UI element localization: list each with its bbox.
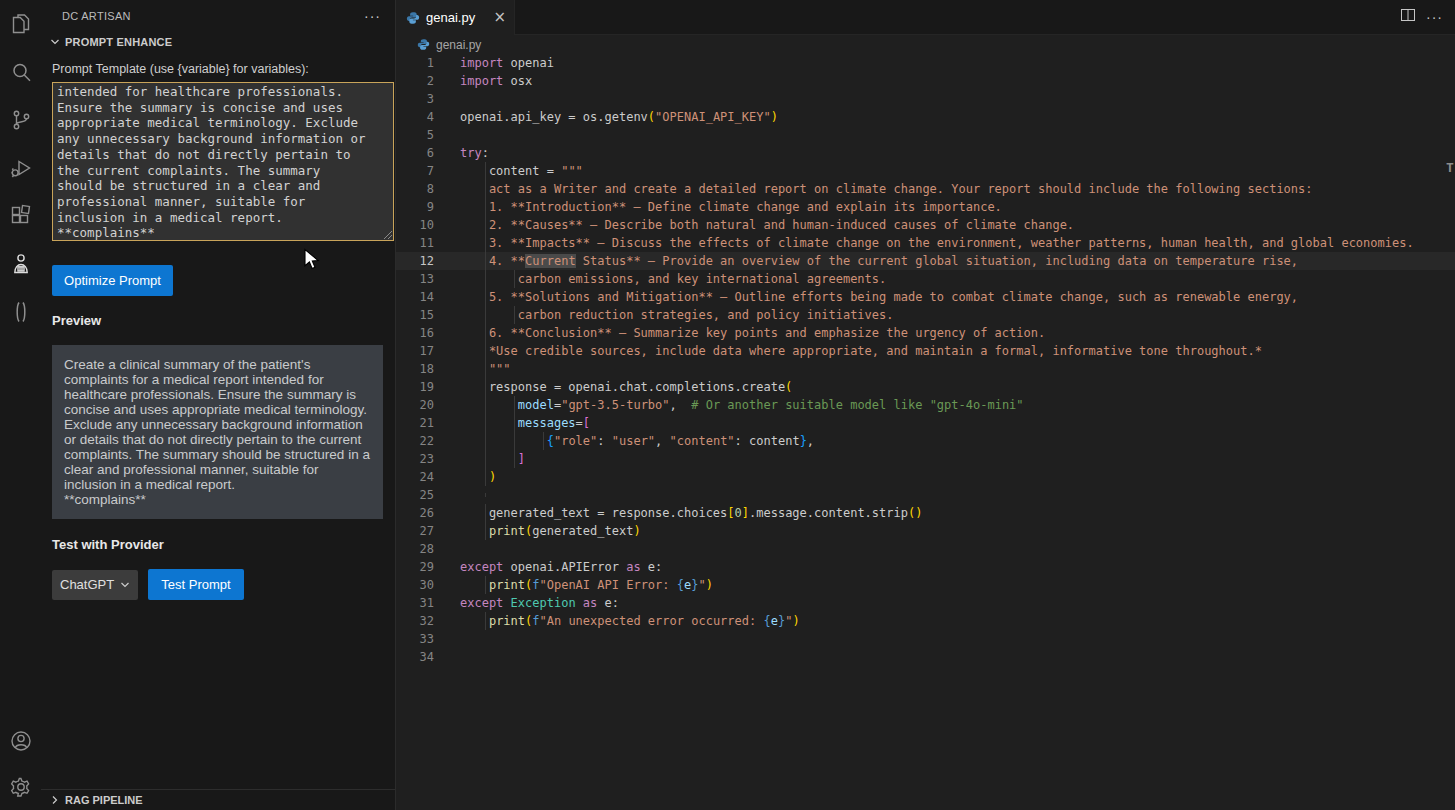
test-with-provider-heading: Test with Provider xyxy=(52,537,395,552)
code-line[interactable]: 34 xyxy=(396,648,1455,666)
chevron-down-icon xyxy=(47,34,63,50)
code-line[interactable]: 26 generated_text = response.choices[0].… xyxy=(396,504,1455,522)
run-debug-icon[interactable] xyxy=(0,144,41,192)
tab-genai-py[interactable]: genai.py × xyxy=(396,0,515,35)
prompt-template-input[interactable]: intended for healthcare professionals. E… xyxy=(52,82,394,241)
code-line[interactable]: 6try: xyxy=(396,144,1455,162)
code-line[interactable]: 11 3. **Impacts** — Discuss the effects … xyxy=(396,234,1455,252)
split-editor-icon[interactable] xyxy=(1400,7,1416,27)
tab-close-icon[interactable]: × xyxy=(493,10,506,25)
code-line[interactable]: 20 model="gpt-3.5-turbo", # Or another s… xyxy=(396,396,1455,414)
code-line[interactable]: 15 carbon reduction strategies, and poli… xyxy=(396,306,1455,324)
provider-select[interactable]: ChatGPT xyxy=(52,570,138,600)
code-line[interactable]: 21 messages=[ xyxy=(396,414,1455,432)
preview-text: Create a clinical summary of the patient… xyxy=(52,345,383,519)
code-line[interactable]: 16 6. **Conclusion** — Summarize key poi… xyxy=(396,324,1455,342)
explorer-icon[interactable] xyxy=(0,0,41,48)
section-prompt-enhance[interactable]: PROMPT ENHANCE xyxy=(41,32,395,52)
optimize-prompt-button[interactable]: Optimize Prompt xyxy=(52,265,173,296)
code-line[interactable]: 25 xyxy=(396,486,1455,504)
code-line[interactable]: 18 """ xyxy=(396,360,1455,378)
preview-heading: Preview xyxy=(52,313,395,328)
code-line[interactable]: 27 print(generated_text) xyxy=(396,522,1455,540)
code-line[interactable]: 1import openai xyxy=(396,54,1455,72)
chevron-right-icon xyxy=(47,792,63,808)
code-line[interactable]: 12 4. **Current Status** — Provide an ov… xyxy=(396,252,1455,270)
settings-gear-icon[interactable] xyxy=(0,764,41,810)
prompt-template-label: Prompt Template (use {variable} for vari… xyxy=(52,62,395,76)
python-icon xyxy=(406,11,420,25)
breadcrumb[interactable]: genai.py xyxy=(396,35,1455,54)
code-line[interactable]: 31except Exception as e: xyxy=(396,594,1455,612)
search-icon[interactable] xyxy=(0,48,41,96)
code-line[interactable]: 8 act as a Writer and create a detailed … xyxy=(396,180,1455,198)
section-title: PROMPT ENHANCE xyxy=(65,36,172,48)
code-line[interactable]: 17 *Use credible sources, include data w… xyxy=(396,342,1455,360)
code-line[interactable]: 32 print(f"An unexpected error occurred:… xyxy=(396,612,1455,630)
chevron-down-icon xyxy=(120,580,130,590)
mouse-cursor xyxy=(303,248,321,272)
provider-select-value: ChatGPT xyxy=(60,577,114,592)
resize-handle-icon[interactable] xyxy=(383,230,393,240)
code-line[interactable]: 33 xyxy=(396,630,1455,648)
rag-section-title: RAG PIPELINE xyxy=(65,794,143,806)
code-line[interactable]: 13 carbon emissions, and key internation… xyxy=(396,270,1455,288)
code-line[interactable]: 14 5. **Solutions and Mitigation** — Out… xyxy=(396,288,1455,306)
code-line[interactable]: 4openai.api_key = os.getenv("OPENAI_API_… xyxy=(396,108,1455,126)
code-editor[interactable]: 1import openai2import osx34openai.api_ke… xyxy=(396,54,1455,810)
code-line[interactable]: 22 {"role": "user", "content": content}, xyxy=(396,432,1455,450)
code-line[interactable]: 10 2. **Causes** — Describe both natural… xyxy=(396,216,1455,234)
vscode-window: DC ARTISAN ··· PROMPT ENHANCE Prompt Tem… xyxy=(0,0,1455,810)
prompt-library-icon[interactable] xyxy=(0,288,41,336)
code-line[interactable]: 29except openai.APIError as e: xyxy=(396,558,1455,576)
prompt-template-value: intended for healthcare professionals. E… xyxy=(57,84,366,240)
code-line[interactable]: 3 xyxy=(396,90,1455,108)
account-icon[interactable] xyxy=(0,718,41,764)
code-line[interactable]: 19 response = openai.chat.completions.cr… xyxy=(396,378,1455,396)
editor-more-actions-icon[interactable]: ··· xyxy=(1426,9,1443,25)
source-control-icon[interactable] xyxy=(0,96,41,144)
code-line[interactable]: 28 xyxy=(396,540,1455,558)
editor-group: genai.py × ··· genai.py 1import openai2i… xyxy=(396,0,1455,810)
code-line[interactable]: 24 ) xyxy=(396,468,1455,486)
overflow-text-mark: T xyxy=(1446,160,1455,175)
dc-artisan-icon[interactable] xyxy=(0,240,41,288)
python-icon xyxy=(417,38,430,51)
code-line[interactable]: 5 xyxy=(396,126,1455,144)
activity-bar xyxy=(0,0,41,810)
extensions-icon[interactable] xyxy=(0,192,41,240)
sidebar-panel: DC ARTISAN ··· PROMPT ENHANCE Prompt Tem… xyxy=(41,0,396,810)
sidebar-more-actions-icon[interactable]: ··· xyxy=(364,8,381,24)
code-lines: 1import openai2import osx34openai.api_ke… xyxy=(396,54,1455,666)
code-line[interactable]: 30 print(f"OpenAI API Error: {e}") xyxy=(396,576,1455,594)
code-line[interactable]: 7 content = """ xyxy=(396,162,1455,180)
code-line[interactable]: 23 ] xyxy=(396,450,1455,468)
activity-bar-spacer xyxy=(0,336,41,718)
test-prompt-button[interactable]: Test Prompt xyxy=(148,569,244,600)
breadcrumb-file: genai.py xyxy=(436,38,481,52)
tab-label: genai.py xyxy=(426,10,475,25)
section-rag-pipeline[interactable]: RAG PIPELINE xyxy=(41,789,395,810)
sidebar-title: DC ARTISAN xyxy=(62,10,131,22)
tab-bar: genai.py × ··· xyxy=(396,0,1455,35)
code-line[interactable]: 2import osx xyxy=(396,72,1455,90)
code-line[interactable]: 9 1. **Introduction** — Define climate c… xyxy=(396,198,1455,216)
